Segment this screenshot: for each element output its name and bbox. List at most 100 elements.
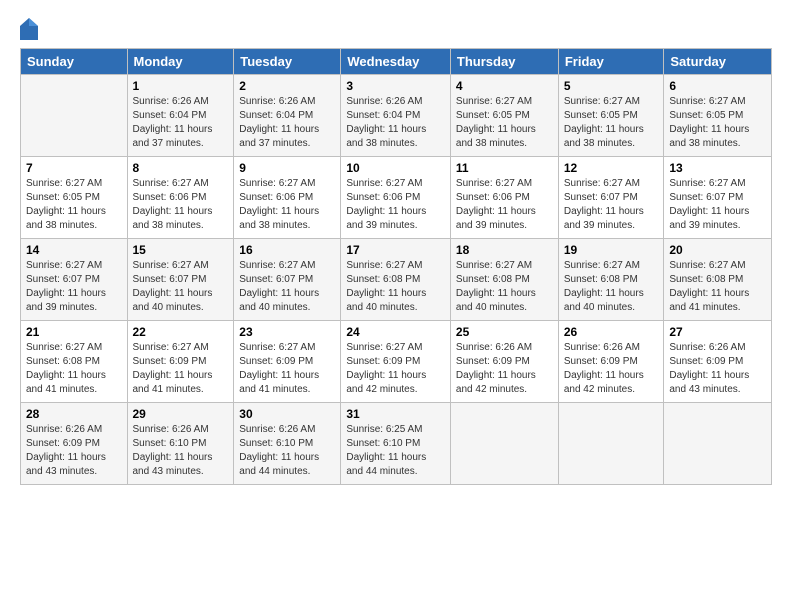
- day-cell: 22Sunrise: 6:27 AM Sunset: 6:09 PM Dayli…: [127, 321, 234, 403]
- day-info: Sunrise: 6:27 AM Sunset: 6:07 PM Dayligh…: [133, 259, 229, 315]
- day-number: 2: [239, 79, 335, 93]
- day-number: 7: [26, 161, 122, 175]
- day-cell: 8 Sunrise: 6:27 AM Sunset: 6:06 PM Daylig…: [127, 157, 234, 239]
- col-header-friday: Friday: [558, 49, 664, 75]
- day-number: 14: [26, 243, 122, 257]
- calendar-body: 1 Sunrise: 6:26 AM Sunset: 6:04 PM Daylig…: [21, 75, 772, 485]
- day-info: Sunrise: 6:26 AM Sunset: 6:10 PM Dayligh…: [133, 423, 229, 479]
- logo-icon: [20, 18, 38, 40]
- day-number: 10: [346, 161, 445, 175]
- day-cell: 9 Sunrise: 6:27 AM Sunset: 6:06 PM Daylig…: [234, 157, 341, 239]
- day-info: Sunrise: 6:27 AM Sunset: 6:05 PM Dayligh…: [456, 95, 553, 151]
- day-number: 21: [26, 325, 122, 339]
- week-row-2: 7 Sunrise: 6:27 AM Sunset: 6:05 PM Daylig…: [21, 157, 772, 239]
- day-cell: 23Sunrise: 6:27 AM Sunset: 6:09 PM Dayli…: [234, 321, 341, 403]
- col-header-wednesday: Wednesday: [341, 49, 451, 75]
- day-number: 25: [456, 325, 553, 339]
- day-number: 31: [346, 407, 445, 421]
- col-header-saturday: Saturday: [664, 49, 772, 75]
- week-row-4: 21 Sunrise: 6:27 AM Sunset: 6:08 PM Dayli…: [21, 321, 772, 403]
- day-number: 12: [564, 161, 659, 175]
- logo: [20, 18, 40, 40]
- day-number: 8: [133, 161, 229, 175]
- day-info: Sunrise: 6:26 AM Sunset: 6:09 PM Dayligh…: [26, 423, 122, 479]
- day-number: 16: [239, 243, 335, 257]
- day-info: Sunrise: 6:27 AM Sunset: 6:09 PM Dayligh…: [133, 341, 229, 397]
- day-info: Sunrise: 6:27 AM Sunset: 6:08 PM Dayligh…: [26, 341, 122, 397]
- day-info: Sunrise: 6:27 AM Sunset: 6:09 PM Dayligh…: [346, 341, 445, 397]
- day-number: 4: [456, 79, 553, 93]
- day-info: Sunrise: 6:27 AM Sunset: 6:07 PM Dayligh…: [564, 177, 659, 233]
- day-info: Sunrise: 6:27 AM Sunset: 6:06 PM Dayligh…: [239, 177, 335, 233]
- day-info: Sunrise: 6:27 AM Sunset: 6:08 PM Dayligh…: [669, 259, 766, 315]
- day-number: 29: [133, 407, 229, 421]
- day-number: 28: [26, 407, 122, 421]
- day-number: 18: [456, 243, 553, 257]
- day-info: Sunrise: 6:25 AM Sunset: 6:10 PM Dayligh…: [346, 423, 445, 479]
- day-info: Sunrise: 6:27 AM Sunset: 6:08 PM Dayligh…: [564, 259, 659, 315]
- day-cell: 20 Sunrise: 6:27 AM Sunset: 6:08 PM Dayli…: [664, 239, 772, 321]
- day-number: 6: [669, 79, 766, 93]
- week-row-3: 14 Sunrise: 6:27 AM Sunset: 6:07 PM Dayli…: [21, 239, 772, 321]
- day-info: Sunrise: 6:26 AM Sunset: 6:04 PM Dayligh…: [133, 95, 229, 151]
- day-number: 9: [239, 161, 335, 175]
- day-cell: 25 Sunrise: 6:26 AM Sunset: 6:09 PM Dayli…: [450, 321, 558, 403]
- col-header-thursday: Thursday: [450, 49, 558, 75]
- day-cell: 4 Sunrise: 6:27 AM Sunset: 6:05 PM Daylig…: [450, 75, 558, 157]
- header-row: SundayMondayTuesdayWednesdayThursdayFrid…: [21, 49, 772, 75]
- day-cell: 13 Sunrise: 6:27 AM Sunset: 6:07 PM Dayli…: [664, 157, 772, 239]
- day-cell: [450, 403, 558, 485]
- day-number: 13: [669, 161, 766, 175]
- day-number: 30: [239, 407, 335, 421]
- day-number: 1: [133, 79, 229, 93]
- day-info: Sunrise: 6:27 AM Sunset: 6:06 PM Dayligh…: [346, 177, 445, 233]
- day-cell: 18Sunrise: 6:27 AM Sunset: 6:08 PM Dayli…: [450, 239, 558, 321]
- day-cell: [558, 403, 664, 485]
- day-cell: [664, 403, 772, 485]
- day-cell: 19 Sunrise: 6:27 AM Sunset: 6:08 PM Dayli…: [558, 239, 664, 321]
- day-cell: 2Sunrise: 6:26 AM Sunset: 6:04 PM Daylig…: [234, 75, 341, 157]
- day-info: Sunrise: 6:27 AM Sunset: 6:07 PM Dayligh…: [239, 259, 335, 315]
- day-info: Sunrise: 6:27 AM Sunset: 6:05 PM Dayligh…: [669, 95, 766, 151]
- day-cell: 28 Sunrise: 6:26 AM Sunset: 6:09 PM Dayli…: [21, 403, 128, 485]
- col-header-monday: Monday: [127, 49, 234, 75]
- day-info: Sunrise: 6:27 AM Sunset: 6:07 PM Dayligh…: [669, 177, 766, 233]
- day-info: Sunrise: 6:26 AM Sunset: 6:09 PM Dayligh…: [456, 341, 553, 397]
- day-info: Sunrise: 6:26 AM Sunset: 6:09 PM Dayligh…: [564, 341, 659, 397]
- day-number: 20: [669, 243, 766, 257]
- day-cell: 1 Sunrise: 6:26 AM Sunset: 6:04 PM Daylig…: [127, 75, 234, 157]
- day-cell: 12 Sunrise: 6:27 AM Sunset: 6:07 PM Dayli…: [558, 157, 664, 239]
- day-cell: 14 Sunrise: 6:27 AM Sunset: 6:07 PM Dayli…: [21, 239, 128, 321]
- day-info: Sunrise: 6:26 AM Sunset: 6:10 PM Dayligh…: [239, 423, 335, 479]
- day-info: Sunrise: 6:27 AM Sunset: 6:06 PM Dayligh…: [133, 177, 229, 233]
- day-info: Sunrise: 6:26 AM Sunset: 6:09 PM Dayligh…: [669, 341, 766, 397]
- day-cell: 24 Sunrise: 6:27 AM Sunset: 6:09 PM Dayli…: [341, 321, 451, 403]
- day-number: 3: [346, 79, 445, 93]
- day-number: 15: [133, 243, 229, 257]
- day-number: 11: [456, 161, 553, 175]
- day-number: 17: [346, 243, 445, 257]
- header: [20, 18, 772, 40]
- day-cell: 11 Sunrise: 6:27 AM Sunset: 6:06 PM Dayli…: [450, 157, 558, 239]
- week-row-5: 28 Sunrise: 6:26 AM Sunset: 6:09 PM Dayli…: [21, 403, 772, 485]
- calendar-table: SundayMondayTuesdayWednesdayThursdayFrid…: [20, 48, 772, 485]
- day-number: 19: [564, 243, 659, 257]
- day-number: 26: [564, 325, 659, 339]
- col-header-sunday: Sunday: [21, 49, 128, 75]
- day-info: Sunrise: 6:27 AM Sunset: 6:06 PM Dayligh…: [456, 177, 553, 233]
- day-number: 23: [239, 325, 335, 339]
- day-info: Sunrise: 6:27 AM Sunset: 6:07 PM Dayligh…: [26, 259, 122, 315]
- day-cell: 29 Sunrise: 6:26 AM Sunset: 6:10 PM Dayli…: [127, 403, 234, 485]
- day-info: Sunrise: 6:26 AM Sunset: 6:04 PM Dayligh…: [346, 95, 445, 151]
- day-cell: 27Sunrise: 6:26 AM Sunset: 6:09 PM Dayli…: [664, 321, 772, 403]
- day-info: Sunrise: 6:27 AM Sunset: 6:05 PM Dayligh…: [26, 177, 122, 233]
- day-cell: [21, 75, 128, 157]
- day-cell: 7 Sunrise: 6:27 AM Sunset: 6:05 PM Daylig…: [21, 157, 128, 239]
- week-row-1: 1 Sunrise: 6:26 AM Sunset: 6:04 PM Daylig…: [21, 75, 772, 157]
- day-number: 5: [564, 79, 659, 93]
- day-cell: 17Sunrise: 6:27 AM Sunset: 6:08 PM Dayli…: [341, 239, 451, 321]
- day-number: 24: [346, 325, 445, 339]
- day-cell: 3 Sunrise: 6:26 AM Sunset: 6:04 PM Daylig…: [341, 75, 451, 157]
- page: SundayMondayTuesdayWednesdayThursdayFrid…: [0, 0, 792, 612]
- day-cell: 26 Sunrise: 6:26 AM Sunset: 6:09 PM Dayli…: [558, 321, 664, 403]
